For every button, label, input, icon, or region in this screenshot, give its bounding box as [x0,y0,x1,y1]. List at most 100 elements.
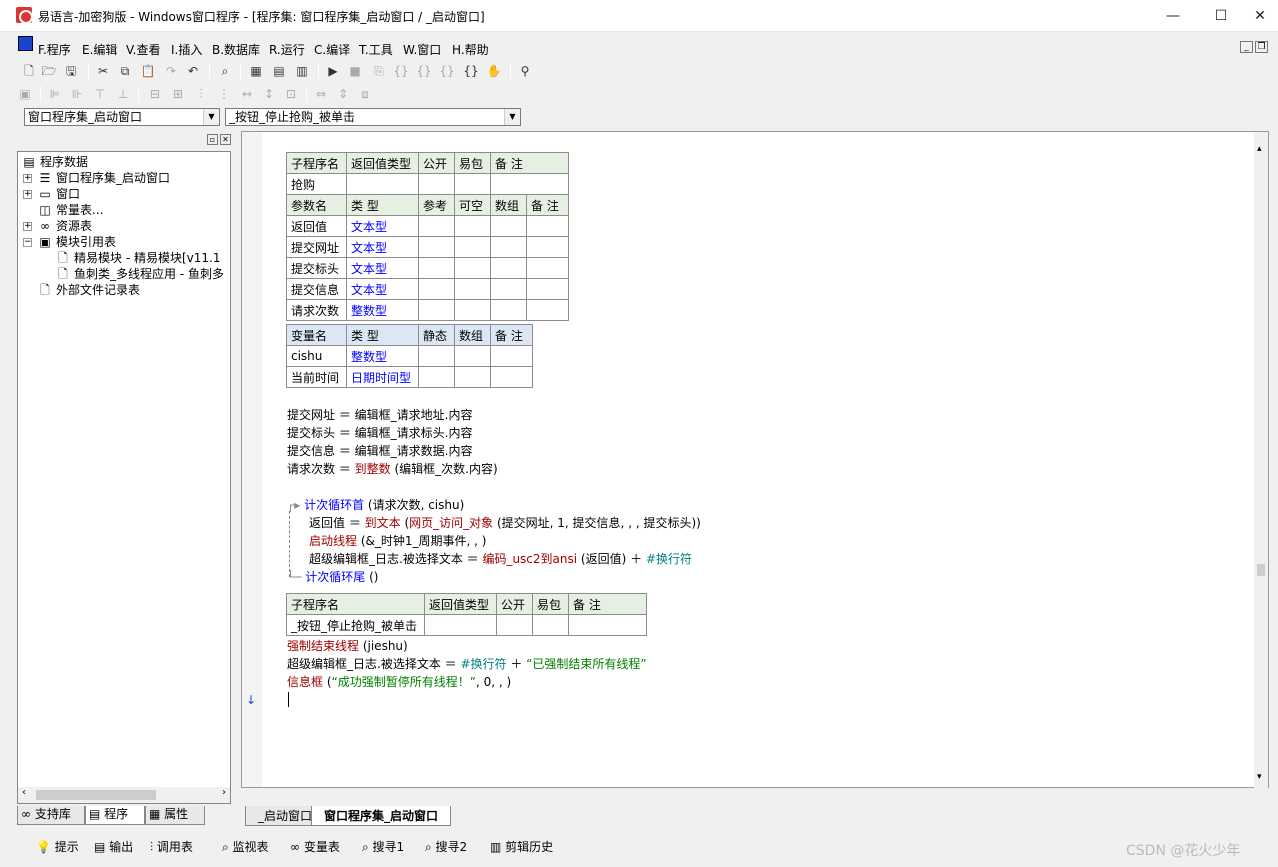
tab-callstack[interactable]: ⫶ 调用表 [150,838,193,856]
code-line[interactable]: 返回值 ＝ 到文本 (网页_访问_对象 (提交网址, 1, 提交信息, , , … [309,514,701,532]
minimize-button[interactable]: — [1163,6,1183,26]
epackage-cell[interactable] [454,173,491,195]
editor-vscrollbar[interactable]: ▴ ▾ [1254,132,1268,789]
document-icon[interactable] [18,36,33,51]
code-line[interactable]: 提交网址 ＝ 编辑框_请求地址.内容 [287,406,472,424]
var-name[interactable]: 当前时间 [286,366,347,388]
redo-icon[interactable]: ↷ [162,62,180,80]
menu-help[interactable]: H.帮助 [452,41,489,58]
param-type[interactable]: 文本型 [346,257,419,279]
param-type[interactable]: 整数型 [346,299,419,321]
find-icon[interactable]: ⌕ [216,62,234,80]
save-icon[interactable]: 🖫 [62,62,80,80]
assembly-select[interactable]: 窗口程序集_启动窗口 ▼ [24,108,220,126]
subroutine-select[interactable]: _按钮_停止抢购_被单击 ▼ [225,108,521,126]
param-type[interactable]: 文本型 [346,278,419,300]
maximize-button[interactable]: ☐ [1211,6,1231,26]
scroll-down-icon[interactable]: ▾ [1257,772,1262,782]
table-row[interactable]: cishu 整数型 [286,345,533,367]
layout2-icon[interactable]: ▤ [270,62,288,80]
send-back-icon[interactable]: ⇕ [334,85,352,103]
var-type[interactable]: 日期时间型 [346,366,419,388]
panel-restore-icon[interactable]: ▫ [207,134,218,145]
chevron-down-icon[interactable]: ▼ [203,109,219,125]
table-row[interactable]: 返回值 文本型 [286,215,569,237]
tab-properties[interactable]: ▦ 属性 [145,806,205,825]
center-v-icon[interactable]: ⊞ [169,85,187,103]
step-icon[interactable]: ⎘ [370,62,388,80]
collapse-icon[interactable]: − [23,238,32,247]
step-over-icon[interactable]: {} [415,62,433,80]
scroll-left-icon[interactable]: ‹ [22,787,26,798]
step-into-icon[interactable]: {} [392,62,410,80]
tab-support-lib[interactable]: ∞ 支持库 [17,806,85,825]
menu-compile[interactable]: C.编译 [314,41,350,58]
remark-cell[interactable] [568,614,647,636]
param-type[interactable]: 文本型 [346,236,419,258]
center-h-icon[interactable]: ⊟ [146,85,164,103]
menu-window[interactable]: W.窗口 [403,41,441,58]
menu-edit[interactable]: E.编辑 [82,41,117,58]
param-name[interactable]: 提交标头 [286,257,347,279]
scroll-up-icon[interactable]: ▴ [1257,144,1262,154]
code-line[interactable]: 信息框 (“成功强制暂停所有线程！”, 0, , ) [287,673,511,691]
bring-front-icon[interactable]: ⇔ [312,85,330,103]
align-top-icon[interactable]: ⊤ [91,85,109,103]
tab-output[interactable]: ▤ 输出 [94,838,133,856]
param-type[interactable]: 文本型 [346,215,419,237]
scroll-right-icon[interactable]: › [222,787,226,798]
menu-insert[interactable]: I.插入 [171,41,202,58]
menu-tools[interactable]: T.工具 [359,41,393,58]
equal-size-icon[interactable]: ⊡ [282,85,300,103]
space-h-icon[interactable]: ⫶ [192,85,210,103]
param-name[interactable]: 请求次数 [286,299,347,321]
equal-height-icon[interactable]: ↕ [260,85,278,103]
table-row[interactable]: 当前时间 日期时间型 [286,366,533,388]
breakpoint-icon[interactable]: {} [462,62,480,80]
group-icon[interactable]: ⧈ [356,85,374,103]
return-type-cell[interactable] [424,614,497,636]
menu-run[interactable]: R.运行 [269,41,305,58]
menu-program[interactable]: F.程序 [38,41,71,58]
table-row[interactable]: 提交标头 文本型 [286,257,569,279]
editor-hscrollbar[interactable] [246,789,1268,805]
hand-icon[interactable]: ✋ [485,62,503,80]
panel-close-icon[interactable]: ✕ [220,134,231,145]
tab-tips[interactable]: 💡 提示 [36,838,79,856]
public-cell[interactable] [418,173,455,195]
align-right-icon[interactable]: ⊪ [68,85,86,103]
align-left-icon[interactable]: ⊫ [46,85,64,103]
stop-icon[interactable]: ■ [346,62,364,80]
tab-watch[interactable]: ⌕ 监视表 [222,838,269,856]
align-bottom-icon[interactable]: ⊥ [114,85,132,103]
code-line[interactable]: 超级编辑框_日志.被选择文本 ＝ #换行符 ＋ “已强制结束所有线程” [287,655,647,673]
scroll-thumb[interactable] [1257,564,1265,576]
close-button[interactable]: ✕ [1250,6,1270,26]
sub-name-cell[interactable]: _按钮_停止抢购_被单击 [286,614,425,636]
epackage-cell[interactable] [532,614,569,636]
sub-name-cell[interactable]: 抢购 [286,173,347,195]
table-row[interactable]: 提交信息 文本型 [286,278,569,300]
chevron-down-icon[interactable]: ▼ [504,109,520,125]
new-file-icon[interactable]: 🗋 [20,62,38,80]
code-line[interactable]: 请求次数 ＝ 到整数 (编辑框_次数.内容) [287,460,498,478]
expand-icon[interactable]: + [23,190,32,199]
cut-icon[interactable]: ✂ [94,62,112,80]
var-name[interactable]: cishu [286,345,347,367]
table-row[interactable]: 提交网址 文本型 [286,236,569,258]
code-line[interactable]: 提交信息 ＝ 编辑框_请求数据.内容 [287,442,472,460]
var-type[interactable]: 整数型 [346,345,419,367]
code-line[interactable]: 强制结束线程 (jieshu) [287,637,408,655]
align-grid-icon[interactable]: ▣ [16,85,34,103]
public-cell[interactable] [496,614,533,636]
paste-icon[interactable]: 📋 [139,62,157,80]
mdi-minimize-icon[interactable]: _ [1240,41,1253,53]
remark-cell[interactable] [490,173,569,195]
code-line[interactable]: 启动线程 (&_时钟1_周期事件, , ) [309,532,486,550]
tab-variables[interactable]: ∞ 变量表 [290,838,340,856]
tab-startup-assembly[interactable]: 窗口程序集_启动窗口 [311,806,452,826]
tab-search1[interactable]: ⌕ 搜寻1 [362,838,404,856]
tab-clip-history[interactable]: ▥ 剪辑历史 [490,838,553,856]
table-row[interactable]: 请求次数 整数型 [286,299,569,321]
return-type-cell[interactable] [346,173,419,195]
